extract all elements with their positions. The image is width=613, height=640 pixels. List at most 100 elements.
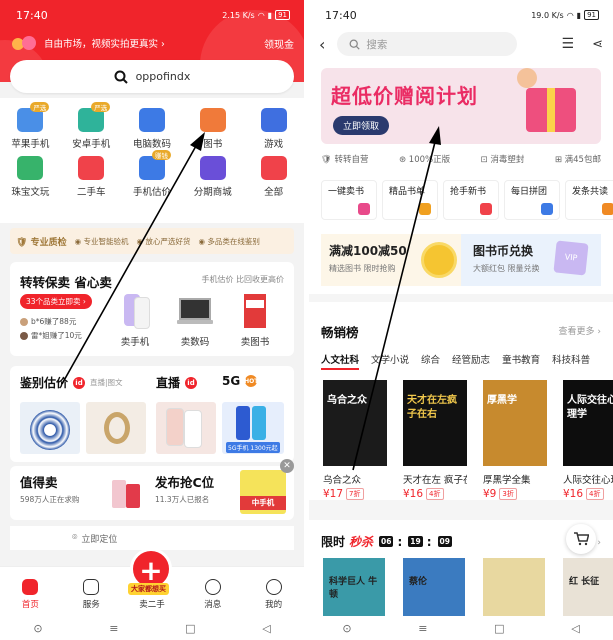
category-icon [17, 156, 44, 180]
book-tab[interactable]: 人文社科 [321, 352, 360, 370]
discount-coupon[interactable]: 满减100减50 精选图书 限时抢购 [321, 234, 461, 286]
book-tab[interactable]: 童书教育 [502, 352, 540, 370]
tab-home[interactable]: 首页 [0, 567, 61, 616]
appraise-card[interactable]: 鉴别估价 id 直播|图文 直播 id 5G HOT 5G手机 1300元起 [10, 366, 294, 462]
book-item[interactable]: 乌合之众 乌合之众 ¥17 7折 [323, 380, 387, 500]
action-item[interactable]: 精品书单 [382, 180, 438, 220]
tab-me[interactable]: 我的 [243, 567, 304, 616]
flash-book-item[interactable]: 科学巨人 牛顿 [323, 558, 385, 616]
nav-recent-icon[interactable]: ⊙ [342, 622, 351, 635]
tab-messages[interactable]: 消息 [182, 567, 243, 616]
system-nav-bar: ⊙ ≡ □ ◁ [309, 616, 613, 640]
book-name: 天才在左 疯子在右 [403, 475, 467, 486]
trade-card[interactable]: 转转保卖 省心卖 手机估价 比回收更高价 33个品类立即卖 › b*6赚了88元… [10, 262, 294, 356]
category-5[interactable]: 游戏 [243, 108, 304, 150]
cart-icon [574, 532, 589, 546]
category-2[interactable]: 严选 安卓手机 [61, 102, 122, 150]
nav-recent-icon[interactable]: ⊙ [33, 622, 42, 635]
book-tab[interactable]: 文学小说 [371, 352, 409, 370]
message-icon [204, 579, 221, 595]
book-item[interactable]: 厚黑学 厚黑学全集 ¥9 3折 [483, 380, 547, 500]
book-tab[interactable]: 经管励志 [452, 352, 490, 370]
action-item[interactable]: 抢手新书 [443, 180, 499, 220]
status-time: 17:40 [16, 8, 48, 22]
book-tab[interactable]: 综合 [421, 352, 440, 370]
sell-digital-item[interactable]: 卖数码 [168, 294, 222, 348]
nav-menu-icon[interactable]: ≡ [109, 622, 118, 635]
flash-book-item[interactable]: 红 长征 [563, 558, 613, 616]
flash-book-item[interactable]: 蔡伦 [403, 558, 465, 616]
sell-book-item[interactable]: 卖图书 [228, 294, 282, 348]
porcelain-image[interactable] [20, 402, 80, 454]
book-search-input[interactable]: 搜索 [337, 32, 518, 56]
profile-icon [265, 579, 282, 595]
get-cash-link[interactable]: 领现金 [264, 36, 294, 51]
category-7[interactable]: 二手车 [61, 156, 122, 198]
action-item[interactable]: 每日拼团 [504, 180, 560, 220]
search-icon [114, 70, 128, 84]
action-item[interactable]: 发条共读 [565, 180, 613, 220]
nav-back-icon[interactable]: ◁ [571, 622, 579, 635]
category-label: 全部 [264, 187, 284, 198]
bestseller-more-link[interactable]: 查看更多 › [559, 324, 601, 337]
category-9[interactable]: 分期商城 [182, 156, 243, 198]
coin-exchange[interactable]: 图书币兑换 大额红包 限量兑换 VIP [461, 234, 601, 286]
share-icon[interactable]: ⋖ [592, 37, 603, 52]
ring-image[interactable] [86, 402, 146, 454]
category-6[interactable]: 珠宝文玩 [0, 156, 61, 198]
book-item[interactable]: 天才在左疯子在右天才在左 疯子在右 ¥164折 [403, 380, 467, 500]
book-header: ‹ 搜索 ☰ ⋖ [309, 30, 613, 58]
action-icon [480, 203, 492, 215]
action-icon [358, 203, 370, 215]
want-sell-card[interactable]: 值得卖 598万人正在求购 发布抢C位 11.3万人已报名 中手机 [10, 466, 294, 520]
mid-phone-promo[interactable]: 中手机 [240, 470, 286, 514]
category-1[interactable]: 严选 苹果手机 [0, 102, 61, 150]
book-item[interactable]: 人际交往心理学人际交往心理学¥164折 [563, 380, 613, 500]
nav-home-icon[interactable]: □ [185, 622, 195, 635]
live-title[interactable]: 直播 id [156, 374, 198, 391]
flash-book-item[interactable] [483, 558, 545, 616]
trade-card-subtitle[interactable]: 手机估价 比回收更高价 [201, 274, 284, 285]
5g-phone-image[interactable]: 5G手机 1300元起 [222, 402, 284, 454]
promo-text[interactable]: 自由市场，视频实拍更真实 › [44, 36, 165, 50]
nav-back-icon[interactable]: ◁ [262, 622, 270, 635]
action-label: 精品书单 [389, 187, 426, 197]
location-row[interactable]: ⌾ 立即定位 [10, 526, 294, 550]
promo-banner-row[interactable]: 自由市场，视频实拍更真实 › 领现金 [0, 30, 304, 56]
book-tab[interactable]: 科技科普 [552, 352, 590, 370]
book-price: ¥16 [403, 488, 424, 500]
sell-phone-item[interactable]: 卖手机 [108, 294, 162, 348]
claim-button[interactable]: 立即领取 [333, 116, 390, 135]
category-label: 手机估价 [132, 187, 171, 198]
category-label: 图书 [203, 139, 223, 150]
book-cover-title: 厚黑学 [487, 395, 517, 406]
iphone-image[interactable] [156, 402, 216, 454]
category-panel: 严选 苹果手机 严选 安卓手机 电脑数码图书 游戏珠宝文玩 二手车 赚钱 手机估价 分期商城全部 [0, 98, 304, 223]
categories-sell-button[interactable]: 33个品类立即卖 › [20, 294, 92, 309]
appraise-title[interactable]: 鉴别估价 id 直播|图文 [20, 374, 123, 391]
category-10[interactable]: 全部 [243, 156, 304, 198]
category-3[interactable]: 电脑数码 [122, 108, 183, 150]
quality-bar[interactable]: 🛡 专业质检 ◉ 专业智能验机 ◉ 放心严选好货 ◉ 多品类在线鉴别 [10, 228, 294, 254]
action-item[interactable]: 一键卖书 [321, 180, 377, 220]
promo-banner[interactable]: 超低价赠阅计划 立即领取 [321, 68, 601, 144]
close-icon[interactable]: ✕ [280, 459, 294, 473]
5g-title[interactable]: 5G HOT [222, 374, 258, 388]
book-discount: 3折 [499, 488, 517, 500]
nav-menu-icon[interactable]: ≡ [418, 622, 427, 635]
battery-icon: 91 [584, 10, 599, 20]
signal-icon: ▮ [267, 10, 273, 20]
guarantee-item: ⊛ 100%正版 [398, 155, 451, 165]
cart-button[interactable] [566, 524, 596, 554]
search-input[interactable]: oppofindx [10, 60, 294, 93]
list-menu-icon[interactable]: ☰ [562, 36, 575, 52]
back-icon[interactable]: ‹ [319, 35, 325, 54]
nav-home-icon[interactable]: □ [494, 622, 504, 635]
book-name: 人际交往心理学 [563, 475, 613, 486]
tab-service[interactable]: 服务 [61, 567, 122, 616]
category-4[interactable]: 图书 [182, 108, 243, 150]
category-8[interactable]: 赚钱 手机估价 [122, 150, 183, 198]
category-label: 珠宝文玩 [11, 187, 50, 198]
guarantee-item: 🛡 转转自营 [321, 155, 369, 165]
book-cover: 天才在左疯子在右 [403, 380, 467, 466]
